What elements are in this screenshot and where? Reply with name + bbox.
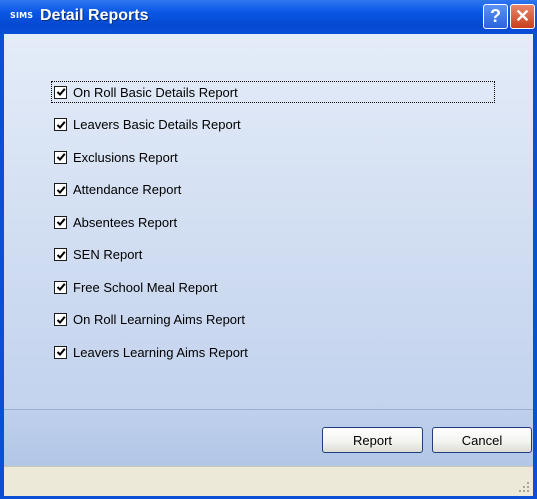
sims-logo: SIMS (10, 11, 34, 20)
checkmark-icon (56, 88, 66, 96)
checkbox[interactable] (54, 183, 67, 196)
checkmark-icon (56, 250, 66, 259)
checkbox[interactable] (54, 118, 67, 131)
checkbox-label: Free School Meal Report (73, 279, 218, 295)
report-checkbox-item[interactable]: On Roll Basic Details Report (51, 81, 495, 103)
checkbox[interactable] (54, 345, 67, 359)
checkbox[interactable] (54, 248, 67, 261)
checkbox[interactable] (54, 150, 67, 164)
status-bar (4, 466, 533, 496)
report-checkbox-item[interactable]: SEN Report (54, 245, 142, 265)
title-bar[interactable]: SIMS Detail Reports ? ✕ (0, 0, 537, 34)
checkbox[interactable] (54, 280, 67, 294)
checkbox-label: Leavers Basic Details Report (73, 117, 241, 132)
checkbox-label: SEN Report (73, 247, 143, 262)
report-checkbox-item[interactable]: Free School Meal Report (54, 277, 218, 297)
checkmark-icon (56, 120, 66, 129)
report-checkbox-item[interactable]: Leavers Basic Details Report (54, 115, 241, 135)
report-checkbox-item[interactable]: Leavers Learning Aims Report (54, 342, 248, 362)
checkbox[interactable] (54, 215, 67, 229)
report-checkbox-item[interactable]: Absentees Report (54, 212, 177, 232)
close-icon: ✕ (514, 6, 531, 26)
checkbox-label: On Roll Learning Aims Report (73, 312, 245, 327)
checkmark-icon (56, 348, 66, 356)
checkbox[interactable] (54, 313, 67, 326)
report-button[interactable]: Report (322, 427, 423, 453)
checkbox-label: On Roll Basic Details Report (73, 84, 238, 100)
checkmark-icon (56, 185, 66, 194)
close-button[interactable]: ✕ (510, 4, 535, 29)
report-checkbox-item[interactable]: On Roll Learning Aims Report (54, 310, 245, 330)
checkmark-icon (56, 315, 66, 324)
checkbox-label: Leavers Learning Aims Report (73, 344, 248, 360)
checkbox-label: Attendance Report (73, 182, 182, 197)
checkbox[interactable] (54, 85, 67, 99)
checkbox-label: Exclusions Report (73, 149, 178, 165)
window-title: Detail Reports (40, 7, 149, 24)
checkmark-icon (56, 153, 66, 161)
cancel-button[interactable]: Cancel (432, 427, 532, 453)
resize-grip-icon[interactable] (517, 480, 529, 492)
help-button[interactable]: ? (483, 4, 508, 29)
report-checkbox-item[interactable]: Attendance Report (54, 180, 181, 200)
help-icon: ? (490, 6, 501, 26)
detail-reports-window: SIMS Detail Reports ? ✕ On Roll Basic De… (0, 0, 537, 499)
checkmark-icon (56, 283, 66, 291)
report-checkbox-item[interactable]: Exclusions Report (54, 147, 178, 167)
checkbox-label: Absentees Report (73, 214, 178, 230)
checkmark-icon (56, 218, 66, 226)
